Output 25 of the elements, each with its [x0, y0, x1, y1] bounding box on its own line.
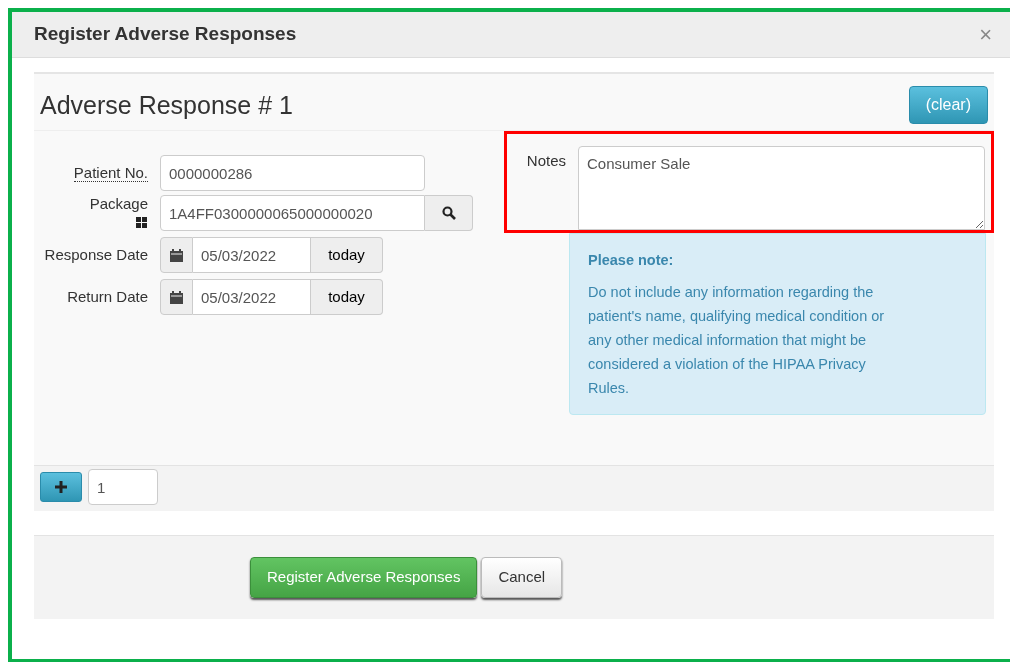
modal-title: Register Adverse Responses	[34, 23, 297, 46]
field-label: Patient No.	[73, 164, 148, 182]
add-button[interactable]	[40, 472, 82, 502]
notes-textarea[interactable]: Consumer Sale	[578, 146, 985, 230]
count-input[interactable]: 1	[88, 469, 158, 505]
today-button[interactable]: today	[311, 237, 383, 273]
date-input[interactable]: 05/03/2022	[193, 279, 311, 315]
alert-title: Please note:	[588, 251, 675, 270]
search-button[interactable]	[425, 195, 473, 231]
alert-text: Do not include any information regarding the patient's name, qualifying medical condition or any other medical information that might be considered a violation of the HIPAA Privacy Rules.	[588, 283, 886, 398]
package-input[interactable]: 1A4FF0300000065000000020	[160, 195, 425, 231]
date-input[interactable]: 05/03/2022	[193, 237, 311, 273]
today-button[interactable]: today	[311, 279, 383, 315]
field-label: Return Date	[67, 288, 148, 305]
calendar-icon	[170, 290, 183, 304]
field-label: Package	[89, 195, 148, 212]
field-label: Response Date	[44, 246, 148, 263]
search-icon	[441, 206, 456, 220]
cancel-button[interactable]: Cancel	[481, 557, 563, 598]
notes-label: Notes	[525, 151, 567, 171]
grid-icon	[136, 217, 148, 230]
text-input[interactable]: 0000000286	[160, 155, 425, 191]
calendar-icon	[170, 248, 183, 262]
section-heading: Adverse Response # 1	[40, 90, 293, 120]
plus-icon	[55, 481, 67, 493]
